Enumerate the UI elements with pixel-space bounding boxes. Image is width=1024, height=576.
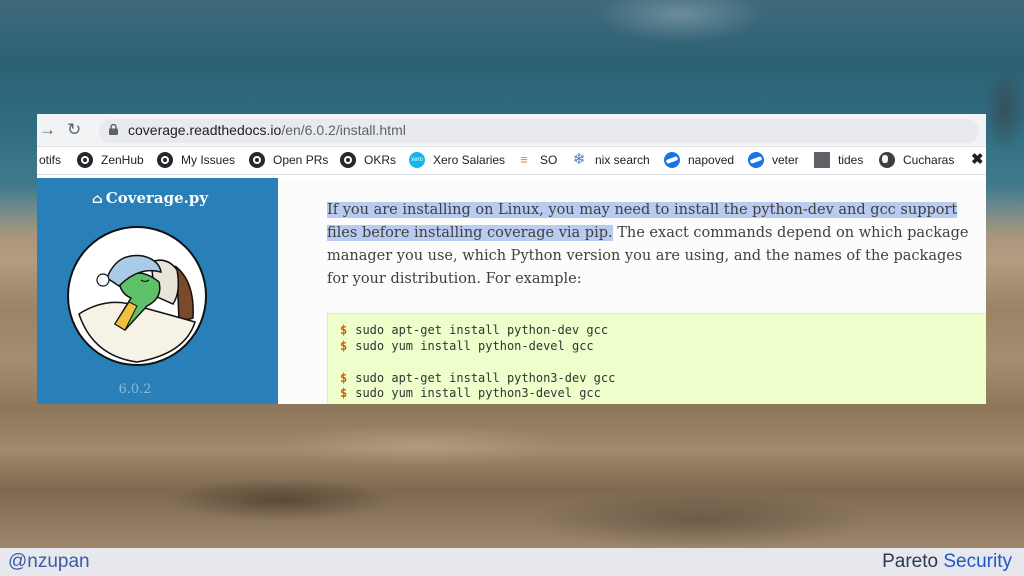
docs-sidebar: ⌂ Coverage.py 6.0.2 [37,178,278,404]
code-line: $ sudo apt-get install python-dev gcc [340,323,609,337]
bookmark-otifs[interactable]: otifs [39,152,61,168]
bookmark-napoved[interactable]: napoved [664,152,734,168]
install-paragraph: If you are installing on Linux, you may … [327,199,986,291]
bookmark-label: nix search [595,153,650,167]
bookmark-cucharas[interactable]: Cucharas [879,152,954,168]
code-line: $ sudo yum install python-devel gcc [340,339,594,353]
bookmark-label: Cucharas [903,153,955,167]
bookmark-label: My Issues [181,153,236,167]
tides-icon [814,152,830,168]
github-icon [249,152,265,168]
bookmark-my-issues[interactable]: My Issues [157,152,235,168]
bookmark-label: Xero Salaries [433,153,506,167]
github-icon [340,152,356,168]
browser-screenshot: → ↻ coverage.readthedocs.io/en/6.0.2/ins… [37,114,986,404]
bookmark-label: ZenHub [101,153,144,167]
github-icon [77,152,93,168]
close-icon[interactable]: ✖ [971,152,984,168]
github-icon [157,152,173,168]
lock-icon [109,124,118,135]
bookmark-label: veter [772,153,799,167]
code-block: $ sudo apt-get install python-dev gcc $ su… [327,313,986,404]
docs-home-link[interactable]: ⌂ Coverage.py [37,189,263,207]
swirl-icon [664,152,680,168]
bookmark-xero-salaries[interactable]: xero Xero Salaries [409,152,505,168]
bookmark-veter[interactable]: veter [748,152,799,168]
docs-title: Coverage.py [105,189,209,207]
bookmark-label: napoved [688,153,735,167]
twitter-handle: @nzupan [8,551,90,572]
docs-main-content: If you are installing on Linux, you may … [278,178,986,404]
bookmark-okrs[interactable]: OKRs [340,152,396,168]
bookmark-label: Open PRs [273,153,329,167]
bookmark-open-prs[interactable]: Open PRs [249,152,328,168]
home-icon: ⌂ [91,192,103,207]
sleeping-snake-logo [67,226,207,366]
url-text: coverage.readthedocs.io/en/6.0.2/install… [128,122,406,138]
url-field[interactable]: coverage.readthedocs.io/en/6.0.2/install… [99,119,979,143]
code-line: $ sudo yum install python3-devel gcc [340,386,601,400]
globe-icon [879,152,895,168]
reload-icon[interactable]: ↻ [67,120,81,140]
bookmark-label: tides [838,153,864,167]
bookmark-label: OKRs [364,153,397,167]
bookmark-label: SO [540,153,558,167]
stackoverflow-icon: ≡ [520,152,528,167]
brand-logo-text: Pareto Security [882,551,1012,572]
code-line: $ sudo apt-get install python3-dev gcc [340,371,616,385]
xero-icon: xero [409,152,425,168]
bookmark-label: otifs [39,153,62,167]
bookmarks-bar: otifs ZenHub My Issues Open PRs OKRs xer… [37,147,986,175]
slide-footer: @nzupan Pareto Security [0,548,1024,576]
nix-icon: ❄ [572,151,586,168]
bookmark-nix-search[interactable]: ❄ nix search [571,152,650,168]
bookmark-so[interactable]: ≡ SO [516,152,557,168]
bookmark-tides[interactable]: tides [814,152,863,168]
arrow-right-icon[interactable]: → [39,120,56,140]
swirl-icon [748,152,764,168]
bookmark-zenhub[interactable]: ZenHub [77,152,144,168]
docs-version: 6.0.2 [118,382,152,397]
address-bar: → ↻ coverage.readthedocs.io/en/6.0.2/ins… [37,114,986,147]
coverage-logo [67,226,207,371]
